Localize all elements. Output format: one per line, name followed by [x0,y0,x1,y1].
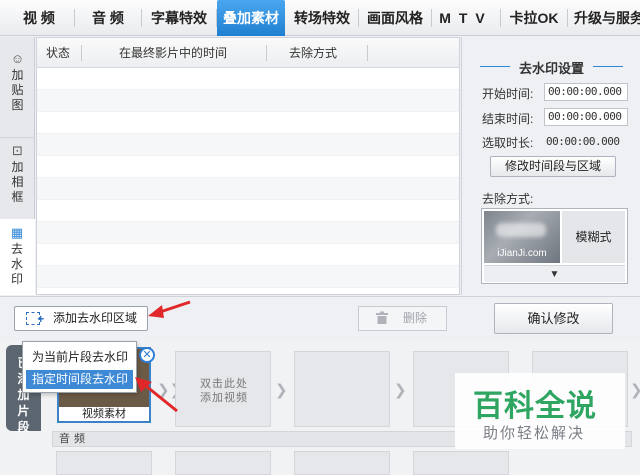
empty-slot-hint-line1: 双击此处 [200,378,248,390]
side-tab-remove-watermark[interactable]: ▦ 去水印 [0,219,35,295]
side-tab-add-sticker-label: 加贴图 [11,68,24,112]
start-time-input[interactable]: 00:00:00.000 [544,83,628,101]
empty-slot-hint-line2: 添加视频 [200,392,248,404]
annotation-arrow-icon [135,377,178,413]
duration-value: 00:00:00.000 [546,135,620,148]
col-status[interactable]: 状态 [46,38,70,68]
table-header: 状态 在最终影片中的时间 去除方式 [37,38,459,68]
col-removal-method[interactable]: 去除方式 [289,38,337,68]
modify-time-region-button[interactable]: 修改时间段与区域 [490,156,616,177]
empty-clip-slot[interactable]: 双击此处 添加视频 [175,351,271,427]
start-time-label: 开始时间: [482,87,534,101]
brand-subtitle: 助你轻松解决 [483,425,586,442]
end-time-label: 结束时间: [482,112,534,126]
smiley-icon: ☺ [10,51,25,66]
tab-video-label: 视 频 [23,10,55,26]
add-watermark-region-button[interactable]: 添加去水印区域 [14,306,148,331]
table-row [37,112,459,134]
frame-icon: ⊡ [12,143,23,158]
menu-item-time-range[interactable]: 指定时间段去水印 [26,370,133,389]
chevron-down-icon[interactable]: ▼ [484,265,625,282]
side-tab-add-frame-label: 加相框 [11,160,24,204]
settings-title-text: 去水印设置 [518,61,584,76]
close-icon[interactable]: ✕ [139,347,155,363]
table-row [37,266,459,288]
tab-subtitle-effects-label: 字幕特效 [151,10,207,26]
tab-subtitle-effects[interactable]: 字幕特效 [142,0,217,36]
audio-clip-slot[interactable] [56,451,152,475]
table-row [37,178,459,200]
col-time-in-movie[interactable]: 在最终影片中的时间 [119,38,227,68]
add-watermark-region-label: 添加去水印区域 [53,311,138,325]
confirm-modify-button[interactable]: 确认修改 [494,303,613,334]
audio-clip-slot[interactable] [175,451,271,475]
brand-watermark: 百科全说 助你轻松解决 [455,373,625,449]
chevron-right-icon: ❯ [394,382,407,399]
tab-overlay-label: 叠加素材 [223,10,279,26]
add-region-icon [26,308,44,331]
menu-item-current-clip[interactable]: 为当前片段去水印 [26,348,133,367]
table-row [37,156,459,178]
brand-title: 百科全说 [473,390,597,423]
tab-picture-style-label: 画面风格 [367,10,423,26]
action-bar: 添加去水印区域 删除 确认修改 [0,296,640,340]
tab-audio-label: 音 频 [92,10,124,26]
table-row [37,134,459,156]
annotation-arrow-icon [148,300,191,318]
tab-overlay[interactable]: 叠加素材 [217,0,285,36]
tab-upgrade[interactable]: 升级与服务 [568,0,640,36]
chevron-right-icon: ❯ [630,381,640,399]
removal-mode-selector[interactable]: iJianJi.com 模糊式 ▼ [481,208,628,284]
audio-clip-slot[interactable] [413,451,509,475]
table-row [37,68,459,90]
table-row [37,222,459,244]
blur-preview-text: iJianJi.com [497,248,547,259]
tab-audio[interactable]: 音 频 [75,0,142,36]
watermark-list-table: 状态 在最终影片中的时间 去除方式 [36,37,460,295]
tab-transitions[interactable]: 转场特效 [286,0,359,36]
side-tab-add-sticker[interactable]: ☺ 加贴图 [0,51,35,133]
settings-title: 去水印设置 [462,58,640,77]
mode-blur-label[interactable]: 模糊式 [562,211,625,263]
table-row [37,90,459,112]
add-region-menu: 为当前片段去水印 指定时间段去水印 [22,341,137,393]
end-time-input[interactable]: 00:00:00.000 [544,108,628,126]
tab-karaoke-label: 卡拉OK [509,10,559,26]
tab-mtv-label: MTV [439,10,493,26]
chevron-right-icon: ❯ [275,382,288,399]
tab-mtv[interactable]: MTV [432,0,501,36]
tab-transitions-label: 转场特效 [294,10,350,26]
table-row [37,244,459,266]
trash-icon [376,311,388,324]
tab-karaoke[interactable]: 卡拉OK [501,0,568,36]
table-body [37,68,459,288]
delete-button[interactable]: 删除 [358,306,447,331]
tab-picture-style[interactable]: 画面风格 [359,0,432,36]
side-tab-add-frame[interactable]: ⊡ 加相框 [0,137,35,219]
tab-video[interactable]: 视 频 [4,0,75,36]
delete-button-label: 删除 [403,311,428,325]
empty-clip-slot[interactable] [294,351,390,427]
mosaic-icon: ▦ [10,225,24,240]
tab-upgrade-label: 升级与服务 [574,10,640,26]
table-row [37,200,459,222]
audio-clip-slot[interactable] [294,451,390,475]
blur-preview-thumbnail: iJianJi.com [484,211,560,263]
side-tab-strip: ☺ 加贴图 ⊡ 加相框 ▦ 去水印 [0,37,35,295]
top-tab-bar: 视 频 音 频 字幕特效 叠加素材 转场特效 画面风格 MTV 卡拉OK 升级与… [0,0,640,36]
side-tab-remove-watermark-label: 去水印 [10,242,23,286]
watermark-settings-panel: 去水印设置 开始时间: 00:00:00.000 结束时间: 00:00:00.… [461,37,640,295]
duration-label: 选取时长: [482,136,534,150]
removal-method-label: 去除方式: [482,192,534,206]
